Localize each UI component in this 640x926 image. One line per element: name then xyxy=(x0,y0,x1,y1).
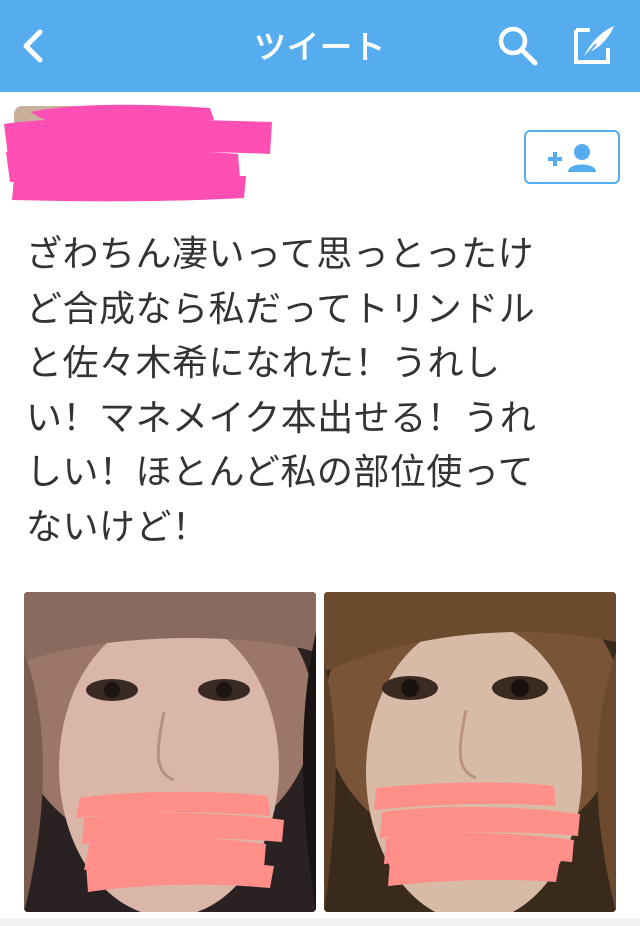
tweet-text-line: ざわちん凄いって思っとったけ xyxy=(26,234,535,275)
nav-bar: ツイート xyxy=(0,0,640,92)
tweet-text-line: い！マネメイク本出せる！うれ xyxy=(26,397,537,439)
add-user-icon xyxy=(548,144,596,172)
tweet-photo-right[interactable] xyxy=(324,592,616,912)
tweet-text-line: ど合成なら私だってトリンドル xyxy=(26,288,536,330)
tweet-text-line: しい！ほとんど私の部位使って xyxy=(26,452,535,493)
tweet-photo-left[interactable] xyxy=(24,592,316,912)
search-icon[interactable] xyxy=(496,24,540,68)
compose-icon[interactable] xyxy=(570,22,618,68)
tweet-text-line: ないけど！ xyxy=(26,506,209,548)
divider xyxy=(0,918,640,926)
redaction-scribble xyxy=(0,98,280,210)
follow-button[interactable] xyxy=(524,130,620,184)
page-title: ツイート xyxy=(253,28,386,66)
tweet-text: ざわちん凄いって思っとったけ ど合成なら私だってトリンドル と佐々木希になれた！… xyxy=(26,228,618,555)
tweet-text-line: と佐々木希になれた！うれし xyxy=(26,343,501,384)
